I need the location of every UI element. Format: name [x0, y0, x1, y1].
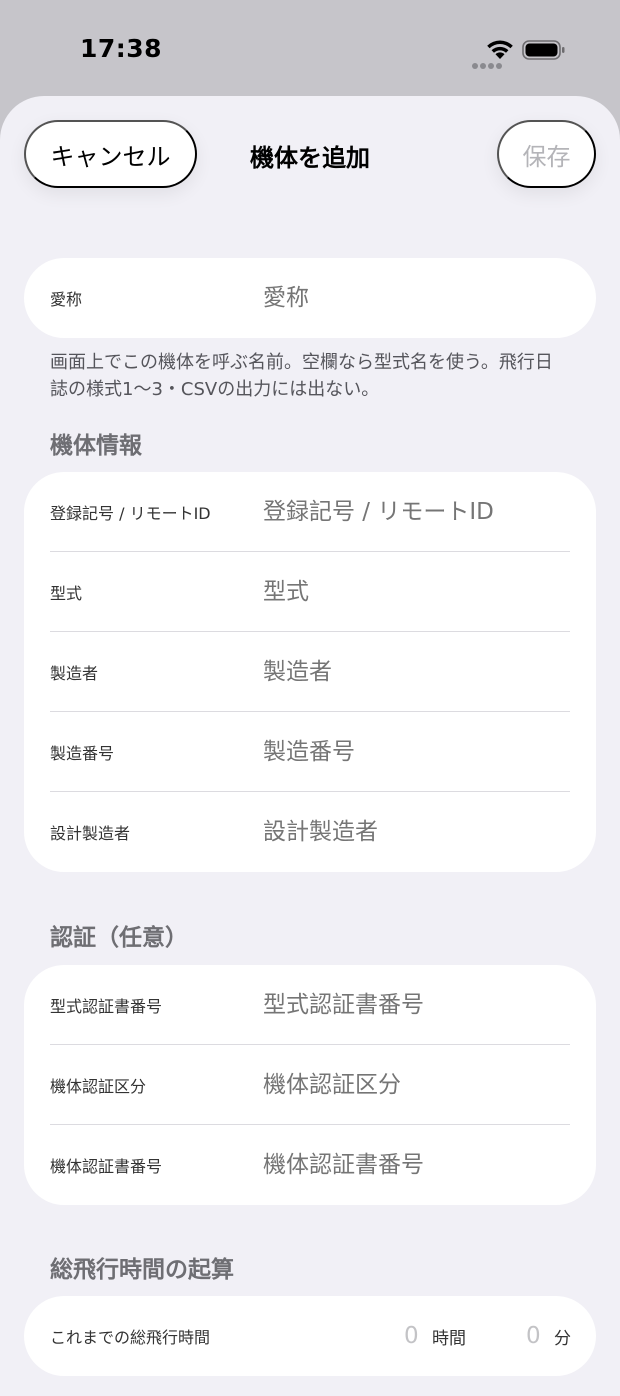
manufacturer-input[interactable] — [263, 632, 576, 712]
battery-icon — [522, 40, 565, 60]
registration-id-input[interactable] — [263, 472, 576, 552]
registration-id-row: 登録記号 / リモートID — [24, 472, 596, 552]
certification-card: 型式認証書番号 機体認証区分 機体認証書番号 — [24, 965, 596, 1205]
serial-number-row: 製造番号 — [24, 712, 596, 792]
model-label: 型式 — [50, 584, 83, 603]
section-header-flight-time: 総飛行時間の起算 — [50, 1257, 234, 1283]
add-aircraft-sheet: キャンセル 機体を追加 保存 愛称 画面上でこの機体を呼ぶ名前。空欄なら型式名を… — [0, 96, 620, 1396]
total-flight-time-row: これまでの総飛行時間 0 時間 0 分 — [24, 1296, 596, 1376]
nickname-label: 愛称 — [50, 290, 83, 309]
save-button[interactable]: 保存 — [497, 120, 596, 188]
registration-id-label: 登録記号 / リモートID — [50, 504, 211, 523]
aircraft-cert-number-input[interactable] — [263, 1125, 576, 1205]
aircraft-cert-number-label: 機体認証書番号 — [50, 1157, 163, 1176]
designer-input[interactable] — [263, 792, 576, 872]
aircraft-cert-category-input[interactable] — [263, 1045, 576, 1125]
total-flight-time-label: これまでの総飛行時間 — [50, 1328, 211, 1347]
section-header-aircraft-info: 機体情報 — [50, 433, 142, 459]
aircraft-cert-category-label: 機体認証区分 — [50, 1077, 147, 1096]
nickname-note: 画面上でこの機体を呼ぶ名前。空欄なら型式名を使う。飛行日誌の様式1〜3・CSVの… — [50, 352, 553, 400]
minutes-unit: 分 — [554, 1328, 571, 1349]
status-bar: 17:38 — [0, 0, 620, 96]
aircraft-info-card: 登録記号 / リモートID 型式 製造者 製造番号 設計製造者 — [24, 472, 596, 872]
type-certificate-number-row: 型式認証書番号 — [24, 965, 596, 1045]
minutes-input[interactable]: 0 — [526, 1296, 541, 1376]
nickname-card: 愛称 — [24, 258, 596, 338]
flight-time-card: これまでの総飛行時間 0 時間 0 分 — [24, 1296, 596, 1376]
hours-unit: 時間 — [432, 1328, 466, 1349]
status-time: 17:38 — [80, 34, 163, 63]
aircraft-cert-number-row: 機体認証書番号 — [24, 1125, 596, 1205]
manufacturer-label: 製造者 — [50, 664, 99, 683]
aircraft-cert-category-row: 機体認証区分 — [24, 1045, 596, 1125]
serial-number-label: 製造番号 — [50, 744, 115, 763]
section-header-certification: 認証（任意） — [50, 925, 188, 951]
nickname-row: 愛称 — [24, 258, 596, 338]
nickname-input[interactable] — [263, 258, 576, 338]
designer-row: 設計製造者 — [24, 792, 596, 872]
hours-input[interactable]: 0 — [404, 1296, 419, 1376]
manufacturer-row: 製造者 — [24, 632, 596, 712]
wifi-icon — [487, 40, 513, 59]
model-row: 型式 — [24, 552, 596, 632]
serial-number-input[interactable] — [263, 712, 576, 792]
type-certificate-number-label: 型式認証書番号 — [50, 997, 163, 1016]
type-certificate-number-input[interactable] — [263, 965, 576, 1045]
designer-label: 設計製造者 — [50, 824, 131, 843]
model-input[interactable] — [263, 552, 576, 632]
